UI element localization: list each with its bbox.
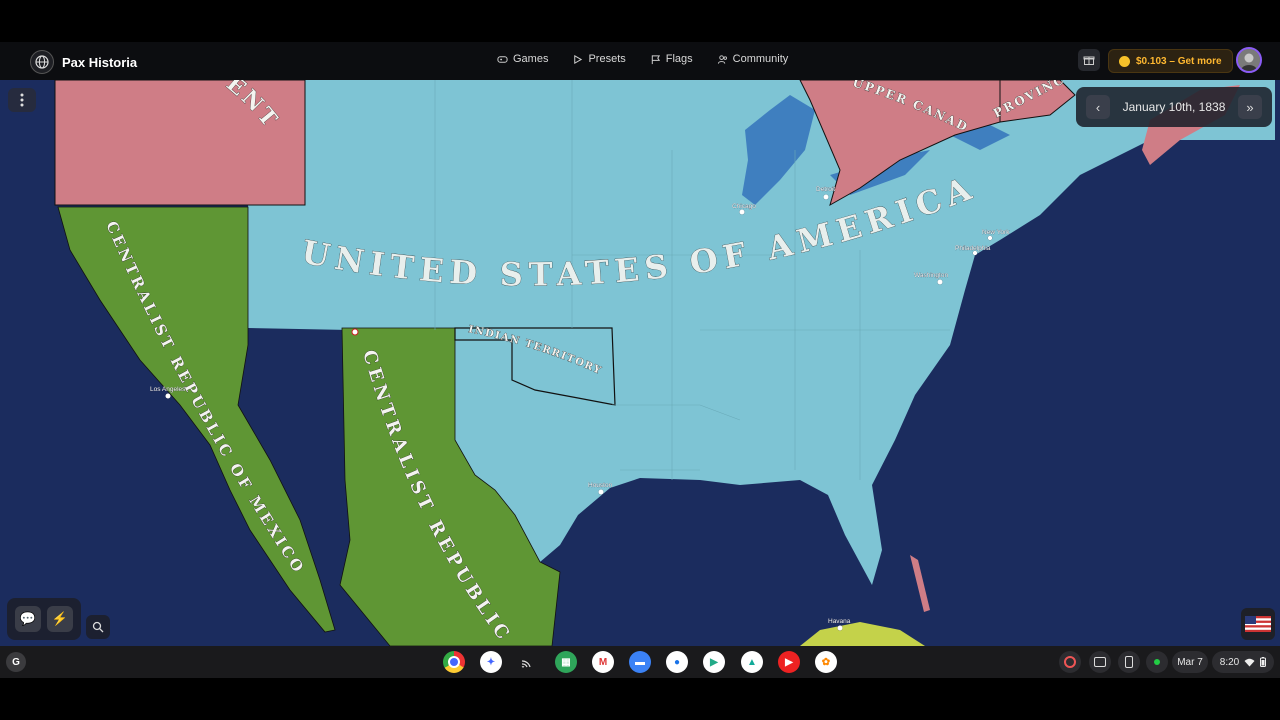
- youtube-icon[interactable]: ▶: [778, 651, 800, 673]
- svg-text:Los Angeles: Los Angeles: [150, 386, 186, 393]
- app-header: Pax Historia Games Presets Flags Communi…: [0, 42, 1280, 80]
- chrome-icon[interactable]: [443, 651, 465, 673]
- top-letterbox: [0, 0, 1280, 42]
- map-menu-button[interactable]: [8, 88, 36, 112]
- gift-button[interactable]: [1078, 49, 1100, 71]
- meet-icon[interactable]: ▶: [703, 651, 725, 673]
- shelf-date[interactable]: Mar 7: [1172, 651, 1208, 673]
- lightning-icon: ⚡: [51, 611, 69, 626]
- gift-icon: [1083, 56, 1095, 65]
- nav-flags-label: Flags: [665, 53, 693, 65]
- search-icon: [92, 621, 104, 633]
- wifi-icon: [1244, 658, 1255, 666]
- nav-flags[interactable]: Flags: [650, 53, 693, 65]
- os-shelf: G ✦ ▦ M ▬ ● ▶ ▲ ▶ ✿ Mar 7 8:20: [0, 646, 1280, 678]
- brand-name: Pax Historia: [62, 54, 138, 70]
- more-vertical-icon: [20, 93, 24, 107]
- launcher-button[interactable]: G: [6, 652, 26, 672]
- date-advance-button[interactable]: »: [1238, 95, 1262, 119]
- nav-community-label: Community: [732, 53, 789, 65]
- cast-icon[interactable]: [517, 651, 539, 673]
- date-prev-button[interactable]: ‹: [1086, 95, 1110, 119]
- svg-text:Washington: Washington: [914, 272, 948, 279]
- svg-text:Detroit: Detroit: [816, 186, 835, 193]
- bottom-letterbox: [0, 678, 1280, 720]
- nav-presets-label: Presets: [588, 53, 626, 65]
- nav-games[interactable]: Games: [497, 53, 548, 65]
- chevrons-right-icon: »: [1246, 99, 1254, 115]
- main-nav: Games Presets Flags Community: [497, 53, 788, 65]
- map-view[interactable]: UNITED STATES OF AMERICA CENTRALIST REPU…: [0, 80, 1280, 646]
- svg-text:New York: New York: [982, 229, 1010, 236]
- photos-icon[interactable]: ✿: [815, 651, 837, 673]
- capital-marker[interactable]: [351, 328, 359, 336]
- us-flag-icon: [1245, 616, 1271, 632]
- shelf-time: 8:20: [1219, 656, 1240, 668]
- svg-text:Chicago: Chicago: [732, 203, 756, 210]
- gemini-icon[interactable]: ✦: [480, 651, 502, 673]
- brand[interactable]: Pax Historia: [30, 50, 137, 74]
- chevron-left-icon: ‹: [1095, 99, 1101, 115]
- capture-icon[interactable]: [1089, 651, 1111, 673]
- avatar[interactable]: [1236, 47, 1262, 73]
- files-icon[interactable]: ▬: [629, 651, 651, 673]
- credits-label: $0.103 – Get more: [1136, 55, 1222, 67]
- phone-hub-icon[interactable]: [1118, 651, 1140, 673]
- play-store-icon[interactable]: ▲: [741, 651, 763, 673]
- users-icon: [717, 54, 727, 64]
- shelf-date-text: Mar 7: [1177, 656, 1203, 668]
- play-icon: [574, 54, 583, 64]
- coin-icon: [1119, 55, 1130, 67]
- nav-community[interactable]: Community: [717, 53, 789, 65]
- nation-flag-button[interactable]: [1241, 608, 1275, 640]
- sheets-icon[interactable]: ▦: [555, 651, 577, 673]
- map-search-button[interactable]: [86, 615, 110, 639]
- gamepad-icon: [497, 55, 508, 63]
- credits-button[interactable]: $0.103 – Get more: [1108, 49, 1233, 73]
- status-dot-icon: [1146, 651, 1168, 673]
- svg-text:Havana: Havana: [828, 618, 851, 625]
- bottom-toolbar: 💬 ⚡: [7, 598, 81, 640]
- chat-button[interactable]: 💬: [15, 606, 41, 632]
- svg-text:Philadelphia: Philadelphia: [955, 245, 991, 252]
- chat-icon: 💬: [19, 611, 37, 626]
- current-date: January 10th, 1838: [1122, 100, 1226, 114]
- nav-presets[interactable]: Presets: [572, 53, 626, 65]
- battery-icon: [1260, 657, 1267, 667]
- svg-text:Houston: Houston: [588, 482, 613, 489]
- globe-icon: [30, 50, 54, 74]
- actions-button[interactable]: ⚡: [47, 606, 73, 632]
- date-panel: ‹ January 10th, 1838 »: [1076, 87, 1272, 127]
- gmail-icon[interactable]: M: [592, 651, 614, 673]
- flag-icon: [651, 54, 660, 64]
- system-tray[interactable]: 8:20: [1212, 651, 1274, 673]
- messages-icon[interactable]: ●: [666, 651, 688, 673]
- nav-games-label: Games: [513, 53, 549, 65]
- screen-record-icon[interactable]: [1059, 651, 1081, 673]
